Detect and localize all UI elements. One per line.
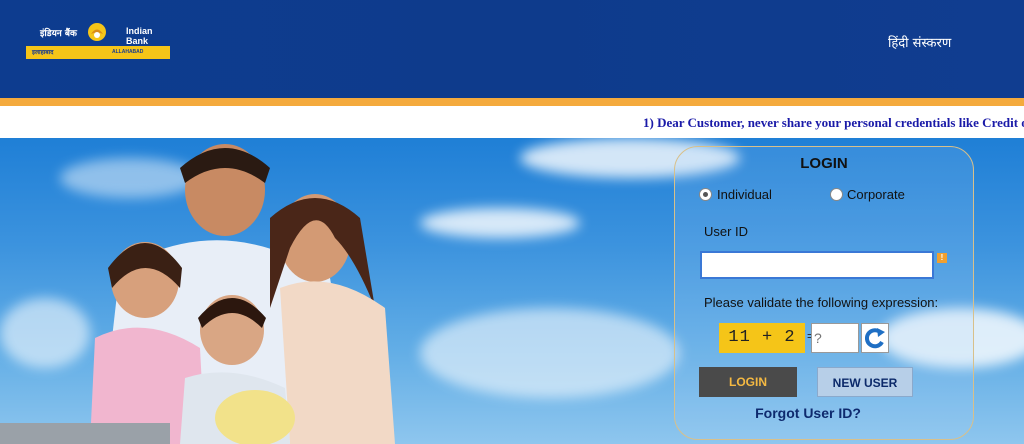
indian-bank-logo[interactable]: इंडियन बैंक Indian Bank इलाहाबाद ALLAHAB…: [26, 20, 170, 60]
refresh-captcha-button[interactable]: [861, 323, 889, 353]
logo-top-bar: इंडियन बैंक Indian Bank: [26, 20, 170, 46]
login-panel: LOGIN Individual Corporate User ID ! Ple…: [674, 146, 974, 440]
forgot-user-id-link[interactable]: Forgot User ID?: [675, 405, 941, 421]
logo-strip-english: ALLAHABAD: [112, 49, 144, 55]
header-accent-band: [0, 98, 1024, 106]
refresh-icon: [864, 328, 885, 349]
individual-radio[interactable]: [699, 188, 712, 201]
marquee-text: 1) Dear Customer, never share your perso…: [643, 115, 1024, 130]
logo-strip: इलाहाबाद ALLAHABAD: [26, 46, 170, 59]
new-user-button[interactable]: NEW USER: [817, 367, 913, 397]
login-button[interactable]: LOGIN: [699, 367, 797, 397]
info-icon[interactable]: !: [937, 253, 947, 263]
user-id-label: User ID: [704, 224, 749, 239]
notice-marquee: 1) Dear Customer, never share your perso…: [0, 106, 1024, 138]
captcha-instruction: Please validate the following expression…: [704, 295, 939, 310]
logo-english-name: Indian Bank: [126, 26, 153, 46]
family-photo: [0, 144, 395, 444]
cloud: [420, 308, 680, 398]
captcha-expression: 11 + 2: [719, 323, 805, 353]
cloud: [420, 208, 580, 238]
site-header: इंडियन बैंक Indian Bank इलाहाबाद ALLAHAB…: [0, 0, 1024, 98]
hindi-version-link[interactable]: हिंदी संस्करण: [888, 33, 951, 51]
login-title: LOGIN: [800, 155, 848, 172]
hero-banner: LOGIN Individual Corporate User ID ! Ple…: [0, 138, 1024, 444]
captcha-answer-input[interactable]: [811, 323, 859, 353]
corporate-radio[interactable]: [830, 188, 843, 201]
individual-label[interactable]: Individual: [717, 187, 772, 202]
logo-hindi-name: इंडियन बैंक: [40, 29, 77, 39]
bank-emblem-icon: [88, 23, 106, 41]
user-id-input[interactable]: [700, 251, 934, 279]
corporate-label[interactable]: Corporate: [847, 187, 905, 202]
logo-strip-hindi: इलाहाबाद: [32, 49, 54, 56]
